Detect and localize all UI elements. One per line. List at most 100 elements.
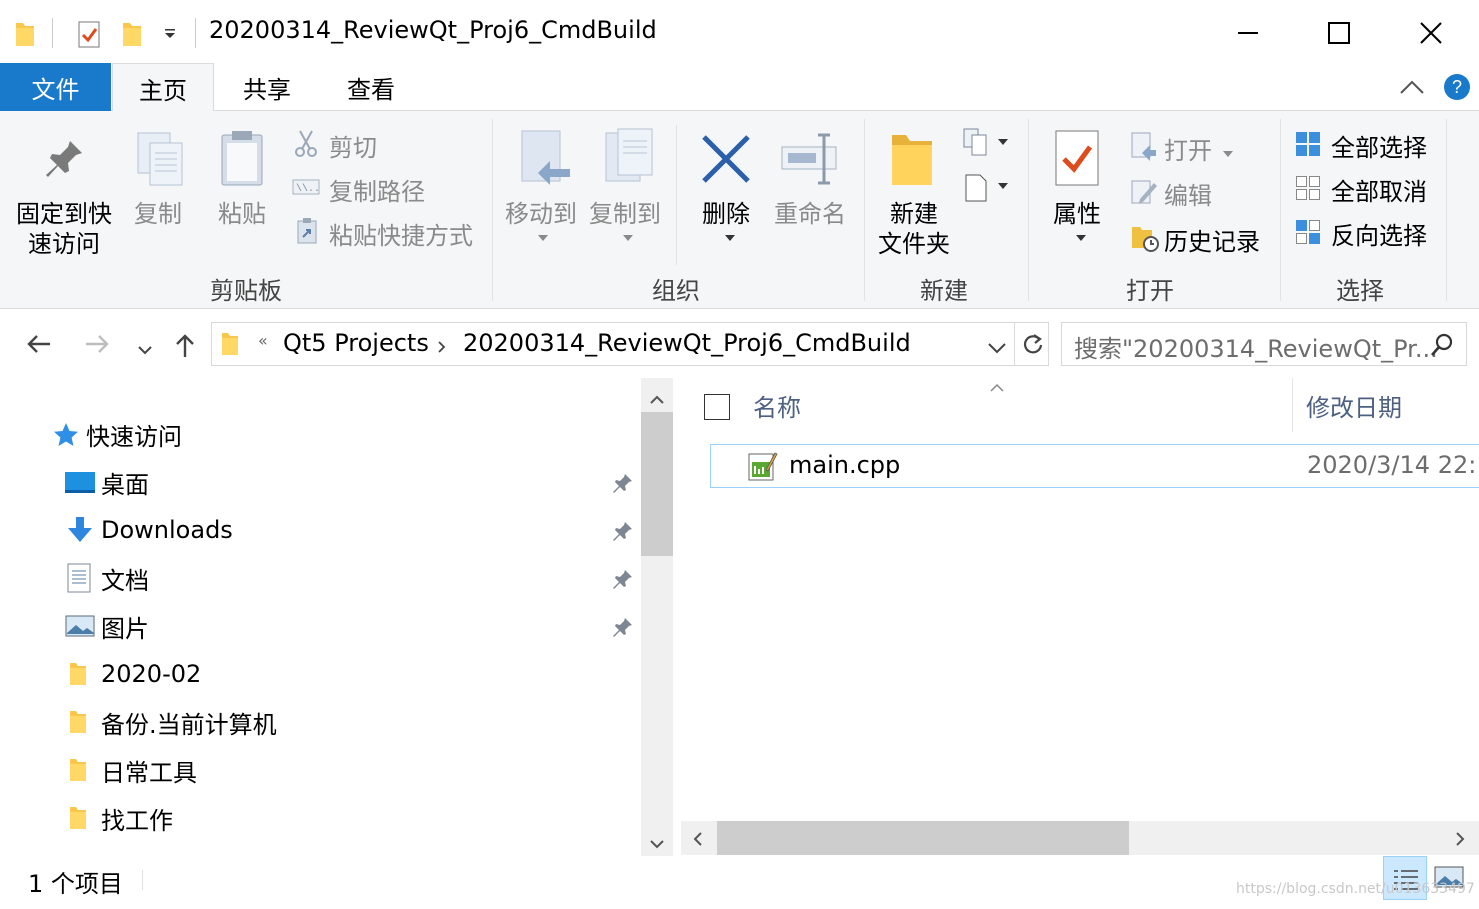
new-folder-quick-icon[interactable] — [121, 18, 143, 50]
nav-item-quick-access[interactable]: 快速访问 — [0, 412, 640, 456]
properties-button[interactable]: 属性 — [1040, 199, 1114, 229]
tab-home[interactable]: 主页 — [112, 63, 214, 112]
rename-button[interactable]: 重命名 — [768, 199, 852, 229]
copy-to-icon — [602, 127, 658, 193]
pin-icon — [40, 135, 88, 187]
column-header-date[interactable]: 修改日期 — [1306, 388, 1402, 423]
refresh-icon[interactable] — [1020, 332, 1044, 360]
scroll-down-icon[interactable] — [650, 834, 664, 853]
folder-icon — [68, 757, 88, 789]
search-input[interactable]: 搜索"20200314_ReviewQt_Pr... — [1074, 329, 1438, 364]
move-to-icon — [518, 129, 574, 195]
column-header-name[interactable]: 名称 — [753, 388, 801, 423]
cut-button[interactable]: 剪切 — [329, 128, 377, 163]
open-button[interactable]: 打开 — [1164, 131, 1212, 166]
search-box[interactable]: 搜索"20200314_ReviewQt_Pr... — [1061, 322, 1467, 366]
select-all-checkbox[interactable] — [704, 394, 730, 420]
paste-shortcut-icon — [296, 217, 318, 249]
pin-to-quick-access-button[interactable]: 固定到快 速访问 — [8, 199, 120, 259]
file-list-scrollbar[interactable] — [681, 821, 1479, 855]
scroll-up-icon[interactable] — [650, 390, 664, 409]
pin-icon[interactable] — [612, 520, 634, 548]
quick-access-divider — [52, 18, 53, 48]
cpp-file-icon — [748, 450, 778, 486]
pin-icon[interactable] — [612, 472, 634, 500]
file-name[interactable]: main.cpp — [789, 451, 900, 479]
address-dropdown-icon[interactable] — [988, 339, 1006, 358]
column-divider[interactable] — [1292, 378, 1293, 432]
back-arrow-icon[interactable] — [26, 334, 52, 358]
maximize-icon — [1328, 22, 1350, 44]
customize-quick-access-icon[interactable] — [163, 18, 177, 50]
invert-selection-button[interactable]: 反向选择 — [1331, 216, 1427, 251]
nav-label-desktop: 桌面 — [101, 470, 149, 499]
copy-path-icon: \\... — [292, 177, 326, 201]
copy-button[interactable]: 复制 — [122, 199, 194, 229]
history-icon — [1130, 223, 1160, 257]
tab-file[interactable]: 文件 — [0, 63, 111, 111]
delete-icon — [700, 133, 752, 189]
breadcrumb-current-folder[interactable]: 20200314_ReviewQt_Proj6_CmdBuild — [463, 329, 911, 357]
delete-dropdown-icon — [724, 227, 736, 246]
paste-shortcut-button[interactable]: 粘贴快捷方式 — [329, 216, 473, 251]
table-row[interactable]: main.cpp 2020/3/14 22:1 — [710, 444, 1479, 488]
navigation-pane: 快速访问 桌面 Downloads 文档 图片 2020-02 备份.当前计算机… — [0, 378, 675, 856]
pin-icon[interactable] — [612, 568, 634, 596]
breadcrumb-qt5-projects[interactable]: Qt5 Projects — [283, 329, 429, 357]
close-button[interactable] — [1401, 10, 1461, 56]
new-item-icon[interactable] — [962, 127, 1010, 163]
select-none-button[interactable]: 全部取消 — [1331, 172, 1427, 207]
paste-icon — [218, 129, 266, 193]
minimize-button[interactable] — [1218, 10, 1278, 56]
forward-arrow-icon[interactable] — [84, 334, 110, 358]
nav-item-desktop[interactable]: 桌面 — [0, 460, 640, 504]
collapse-ribbon-icon[interactable] — [1399, 77, 1425, 101]
nav-item-downloads[interactable]: Downloads — [0, 508, 640, 552]
new-folder-button[interactable]: 新建 文件夹 — [872, 199, 956, 259]
item-count: 1 个项目 — [28, 870, 123, 898]
nav-item-documents[interactable]: 文档 — [0, 556, 640, 600]
delete-button[interactable]: 删除 — [690, 199, 762, 229]
breadcrumb-separator-icon[interactable] — [438, 338, 446, 357]
copy-path-button[interactable]: 复制路径 — [329, 172, 425, 207]
folder-icon — [68, 661, 88, 693]
navigation-bar: « Qt5 Projects 20200314_ReviewQt_Proj6_C… — [0, 310, 1479, 378]
invert-selection-icon — [1295, 219, 1321, 249]
new-folder-label-line2: 文件夹 — [878, 230, 950, 258]
search-icon[interactable] — [1430, 333, 1454, 361]
copy-to-dropdown-icon — [622, 227, 634, 246]
edit-button[interactable]: 编辑 — [1164, 176, 1212, 211]
nav-pane-scroll-thumb[interactable] — [641, 412, 673, 556]
history-button[interactable]: 历史记录 — [1164, 222, 1260, 257]
group-separator — [1028, 119, 1029, 301]
breadcrumb-overflow[interactable]: « — [258, 331, 268, 350]
paste-button[interactable]: 粘贴 — [206, 199, 278, 229]
scroll-left-icon[interactable] — [693, 831, 703, 850]
rename-icon — [780, 131, 840, 191]
copy-to-button[interactable]: 复制到 — [586, 199, 664, 229]
select-all-button[interactable]: 全部选择 — [1331, 128, 1427, 163]
new-folder-icon — [888, 129, 936, 193]
tab-view[interactable]: 查看 — [320, 63, 422, 111]
maximize-button[interactable] — [1309, 10, 1369, 56]
help-icon[interactable]: ? — [1443, 73, 1471, 105]
nav-item-folder-tools[interactable]: 日常工具 — [0, 748, 640, 792]
open-dropdown-icon — [1222, 143, 1234, 162]
scroll-right-icon[interactable] — [1455, 831, 1465, 850]
easy-access-icon[interactable] — [962, 171, 1010, 207]
recent-locations-chevron-icon[interactable] — [138, 340, 152, 359]
nav-item-folder-2020-02[interactable]: 2020-02 — [0, 652, 640, 696]
up-arrow-icon[interactable] — [174, 332, 196, 362]
move-to-button[interactable]: 移动到 — [502, 199, 580, 229]
file-list-scroll-thumb[interactable] — [717, 821, 1129, 855]
nav-pane-scrollbar[interactable] — [641, 378, 673, 856]
nav-item-pictures[interactable]: 图片 — [0, 604, 640, 648]
address-bar[interactable]: « Qt5 Projects 20200314_ReviewQt_Proj6_C… — [211, 322, 1049, 366]
file-date: 2020/3/14 22:1 — [1307, 451, 1479, 479]
pin-icon[interactable] — [612, 616, 634, 644]
tab-share[interactable]: 共享 — [216, 63, 318, 111]
nav-item-folder-backup[interactable]: 备份.当前计算机 — [0, 700, 640, 744]
nav-item-folder-jobs[interactable]: 找工作 — [0, 796, 640, 840]
properties-quick-icon[interactable] — [77, 18, 101, 50]
download-arrow-icon — [66, 516, 94, 550]
